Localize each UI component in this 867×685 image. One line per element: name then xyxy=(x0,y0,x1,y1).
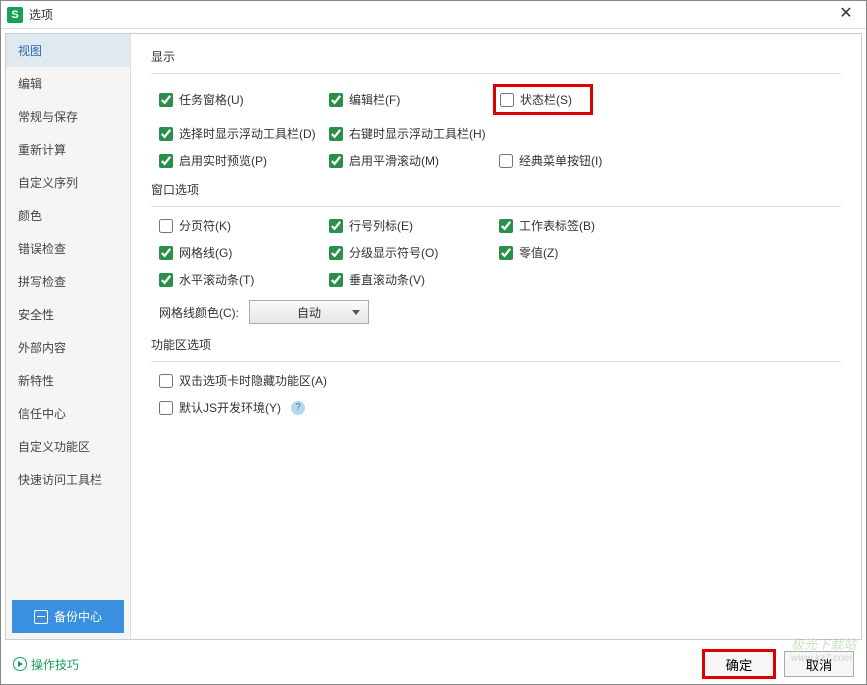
checkbox-input[interactable] xyxy=(159,154,173,168)
sidebar-item[interactable]: 重新计算 xyxy=(6,133,130,166)
grid-color-dropdown[interactable]: 自动 xyxy=(249,300,369,324)
checkbox-input[interactable] xyxy=(499,154,513,168)
titlebar: S 选项 ✕ xyxy=(1,1,866,29)
checkbox-option[interactable]: 分级显示符号(O) xyxy=(329,244,499,261)
checkbox-option[interactable]: 行号列标(E) xyxy=(329,217,499,234)
checkbox-label: 任务窗格(U) xyxy=(179,91,244,108)
sidebar-item[interactable]: 自定义序列 xyxy=(6,166,130,199)
checkbox-option[interactable]: 编辑栏(F) xyxy=(329,84,499,115)
checkbox-label: 分级显示符号(O) xyxy=(349,244,438,261)
options-dialog: S 选项 ✕ 视图编辑常规与保存重新计算自定义序列颜色错误检查拼写检查安全性外部… xyxy=(0,0,867,685)
checkbox-input[interactable] xyxy=(329,127,343,141)
checkbox-input[interactable] xyxy=(500,93,514,107)
backup-icon xyxy=(34,610,48,624)
checkbox-label: 默认JS开发环境(Y) xyxy=(179,399,281,416)
checkbox-label: 选择时显示浮动工具栏(D) xyxy=(179,125,316,142)
checkbox-input[interactable] xyxy=(329,219,343,233)
checkbox-option[interactable]: 垂直滚动条(V) xyxy=(329,271,499,288)
checkbox-input[interactable] xyxy=(159,374,173,388)
checkbox-input[interactable] xyxy=(329,154,343,168)
section-display: 显示 任务窗格(U) 编辑栏(F) 状态栏(S) 选择时显示浮动工具栏(D) 右键时显示… xyxy=(151,48,841,169)
checkbox-label: 双击选项卡时隐藏功能区(A) xyxy=(179,372,327,389)
checkbox-label: 分页符(K) xyxy=(179,217,231,234)
grid-color-label: 网格线颜色(C): xyxy=(159,304,239,321)
checkbox-label: 启用实时预览(P) xyxy=(179,152,267,169)
checkbox-option[interactable]: 网格线(G) xyxy=(159,244,329,261)
tips-link[interactable]: 操作技巧 xyxy=(13,656,79,673)
checkbox-label: 水平滚动条(T) xyxy=(179,271,254,288)
checkbox-option[interactable]: 选择时显示浮动工具栏(D) xyxy=(159,125,329,142)
checkbox-label: 行号列标(E) xyxy=(349,217,413,234)
checkbox-label: 启用平滑滚动(M) xyxy=(349,152,439,169)
checkbox-input[interactable] xyxy=(159,127,173,141)
backup-center-button[interactable]: 备份中心 xyxy=(12,600,124,633)
checkbox-input[interactable] xyxy=(499,219,513,233)
sidebar-item[interactable]: 新特性 xyxy=(6,364,130,397)
grid-color-value: 自动 xyxy=(297,304,321,321)
sidebar-item[interactable]: 颜色 xyxy=(6,199,130,232)
checkbox-label: 网格线(G) xyxy=(179,244,232,261)
sidebar-item[interactable]: 自定义功能区 xyxy=(6,430,130,463)
checkbox-label: 工作表标签(B) xyxy=(519,217,595,234)
backup-label: 备份中心 xyxy=(54,608,102,625)
checkbox-option[interactable]: 启用平滑滚动(M) xyxy=(329,152,499,169)
checkbox-label: 右键时显示浮动工具栏(H) xyxy=(349,125,486,142)
checkbox-option[interactable]: 工作表标签(B) xyxy=(499,217,669,234)
content-panel: 显示 任务窗格(U) 编辑栏(F) 状态栏(S) 选择时显示浮动工具栏(D) 右键时显示… xyxy=(131,34,861,639)
checkbox-label: 状态栏(S) xyxy=(520,91,572,108)
checkbox-input[interactable] xyxy=(159,401,173,415)
play-icon xyxy=(13,657,27,671)
sidebar-item[interactable]: 错误检查 xyxy=(6,232,130,265)
sidebar-item[interactable]: 安全性 xyxy=(6,298,130,331)
checkbox-option[interactable]: 零值(Z) xyxy=(499,244,669,261)
checkbox-option[interactable]: 双击选项卡时隐藏功能区(A) xyxy=(159,372,841,389)
sidebar-item[interactable]: 编辑 xyxy=(6,67,130,100)
checkbox-label: 经典菜单按钮(I) xyxy=(519,152,602,169)
checkbox-option[interactable]: 水平滚动条(T) xyxy=(159,271,329,288)
window-title: 选项 xyxy=(29,6,832,23)
section-title: 窗口选项 xyxy=(151,181,841,198)
sidebar: 视图编辑常规与保存重新计算自定义序列颜色错误检查拼写检查安全性外部内容新特性信任… xyxy=(6,34,131,639)
checkbox-option[interactable]: 右键时显示浮动工具栏(H) xyxy=(329,125,499,142)
sidebar-item[interactable]: 视图 xyxy=(6,34,130,67)
checkbox-option[interactable]: 分页符(K) xyxy=(159,217,329,234)
checkbox-option[interactable]: 任务窗格(U) xyxy=(159,84,329,115)
checkbox-label: 编辑栏(F) xyxy=(349,91,400,108)
checkbox-option[interactable]: 状态栏(S) xyxy=(493,84,593,115)
checkbox-input[interactable] xyxy=(159,219,173,233)
sidebar-item[interactable]: 拼写检查 xyxy=(6,265,130,298)
checkbox-option[interactable]: 启用实时预览(P) xyxy=(159,152,329,169)
help-icon[interactable]: ? xyxy=(291,401,305,415)
footer: 操作技巧 确定 取消 xyxy=(1,644,866,684)
checkbox-input[interactable] xyxy=(159,93,173,107)
checkbox-input[interactable] xyxy=(329,273,343,287)
sidebar-item[interactable]: 信任中心 xyxy=(6,397,130,430)
section-ribbon: 功能区选项 双击选项卡时隐藏功能区(A) 默认JS开发环境(Y)? xyxy=(151,336,841,416)
sidebar-item[interactable]: 外部内容 xyxy=(6,331,130,364)
checkbox-input[interactable] xyxy=(329,93,343,107)
checkbox-input[interactable] xyxy=(329,246,343,260)
tips-label: 操作技巧 xyxy=(31,656,79,673)
app-icon: S xyxy=(7,7,23,23)
section-title: 显示 xyxy=(151,48,841,65)
checkbox-label: 零值(Z) xyxy=(519,244,558,261)
cancel-button[interactable]: 取消 xyxy=(784,651,854,677)
sidebar-item[interactable]: 快速访问工具栏 xyxy=(6,463,130,496)
checkbox-option[interactable]: 默认JS开发环境(Y)? xyxy=(159,399,841,416)
checkbox-input[interactable] xyxy=(159,246,173,260)
section-window: 窗口选项 分页符(K) 行号列标(E) 工作表标签(B) 网格线(G) 分级显示符号(O… xyxy=(151,181,841,324)
close-button[interactable]: ✕ xyxy=(832,3,860,27)
checkbox-input[interactable] xyxy=(499,246,513,260)
checkbox-option[interactable]: 经典菜单按钮(I) xyxy=(499,152,669,169)
checkbox-input[interactable] xyxy=(159,273,173,287)
section-title: 功能区选项 xyxy=(151,336,841,353)
ok-button[interactable]: 确定 xyxy=(704,651,774,677)
sidebar-item[interactable]: 常规与保存 xyxy=(6,100,130,133)
checkbox-label: 垂直滚动条(V) xyxy=(349,271,425,288)
